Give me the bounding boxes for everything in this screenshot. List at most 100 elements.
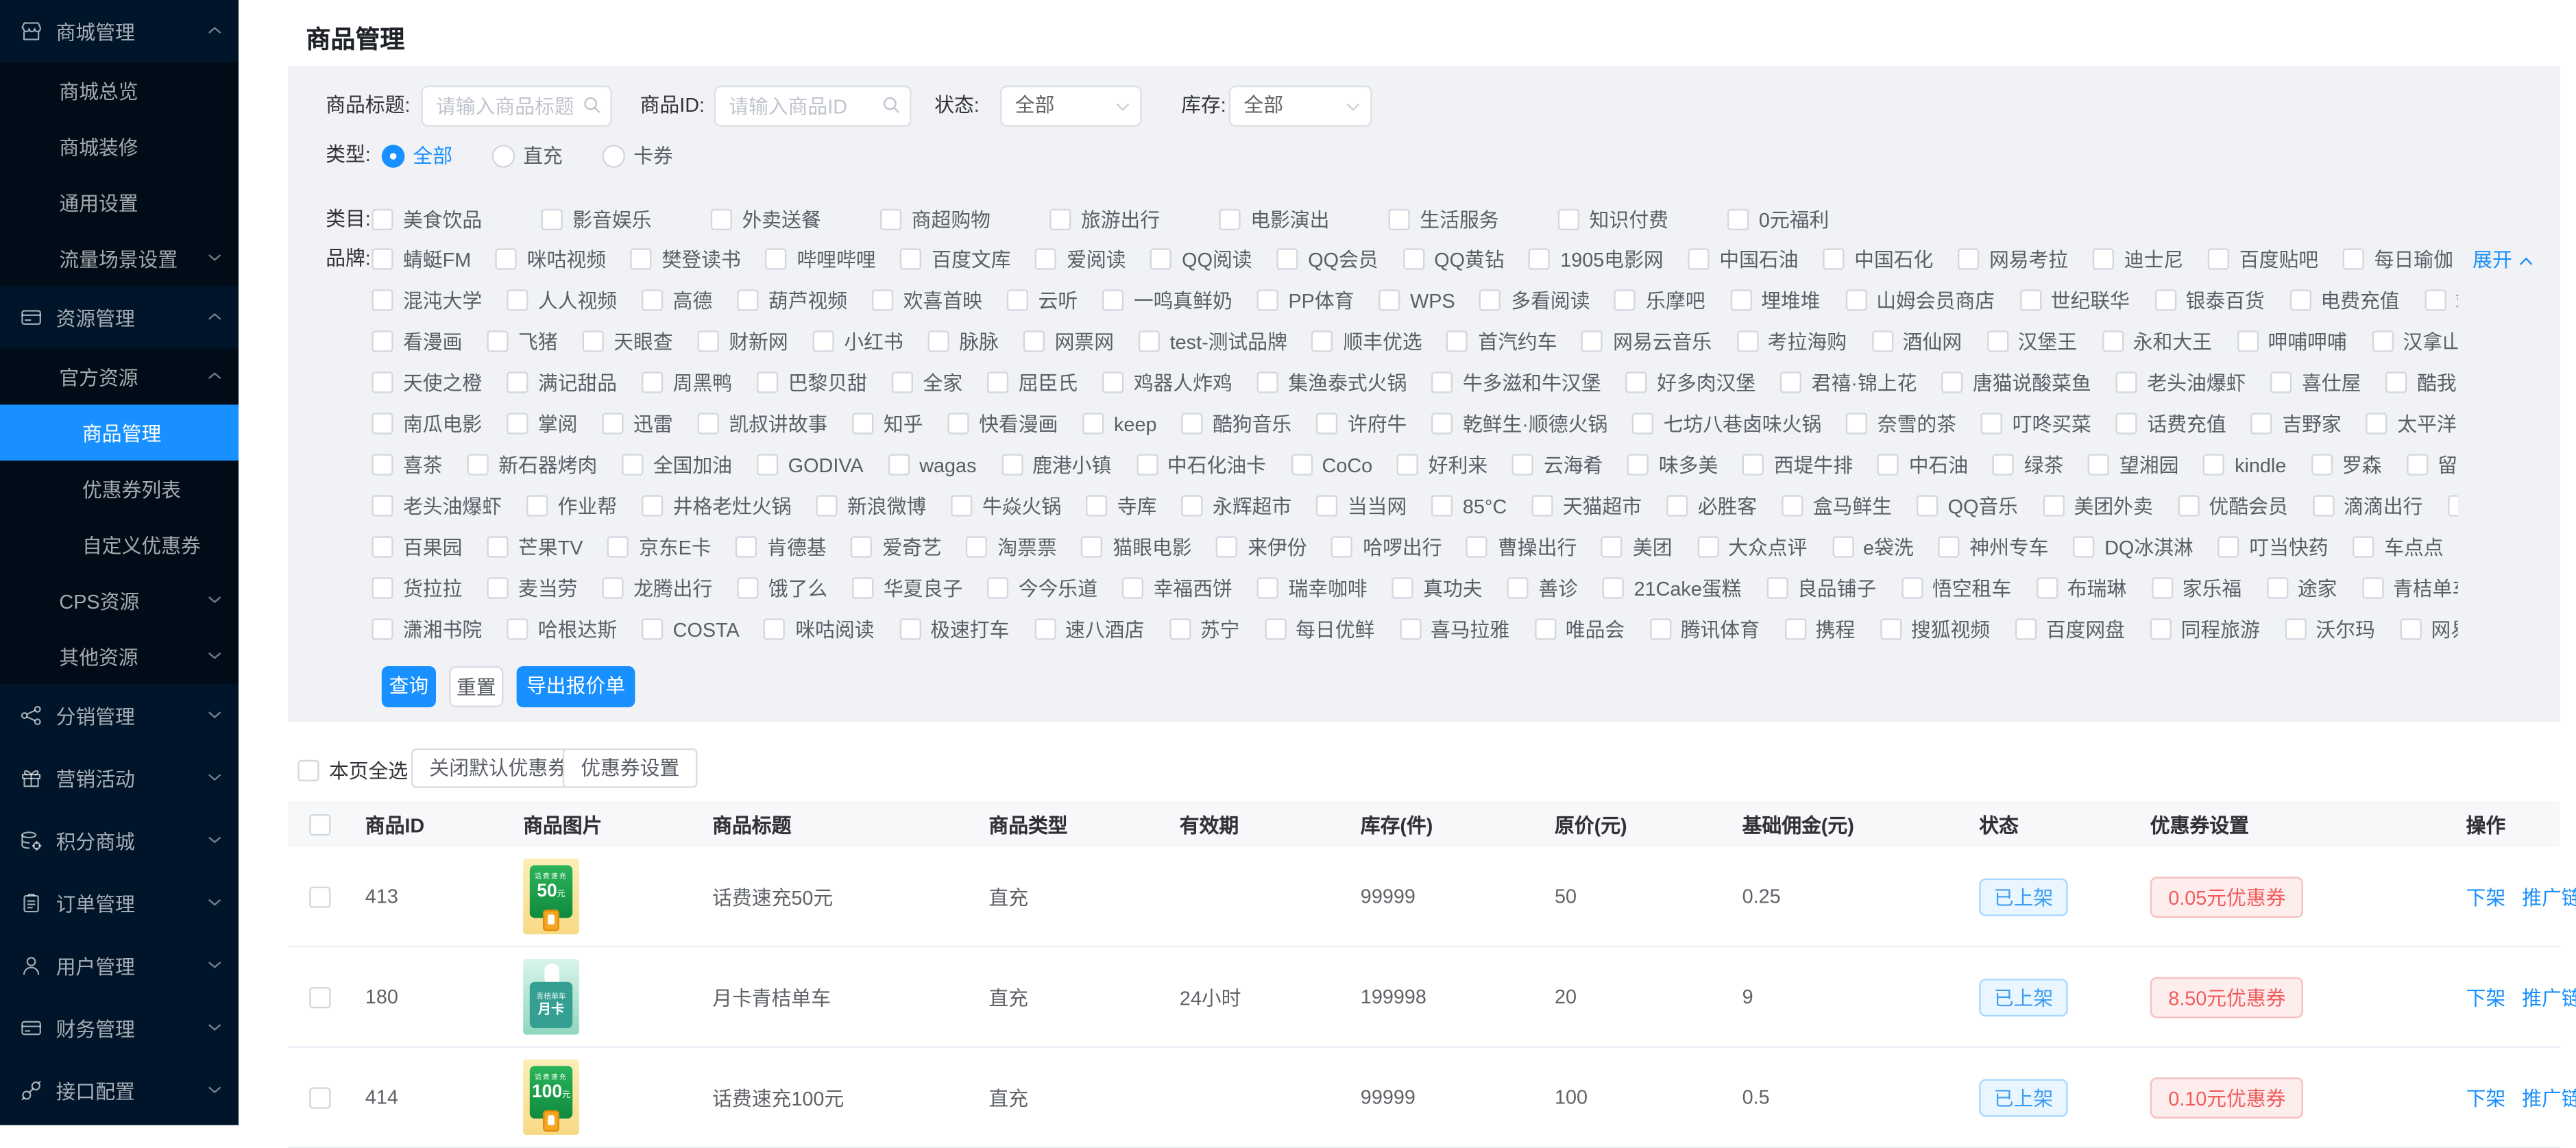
brand-checkbox[interactable]: 屈臣氏 [987,369,1078,397]
brand-checkbox[interactable]: keep [1082,412,1156,435]
type-radio-1[interactable]: 直充 [492,141,563,169]
brand-checkbox[interactable]: 永和大王 [2102,328,2212,356]
brand-checkbox[interactable]: 哔哩哔哩 [766,245,876,273]
take-down-link[interactable]: 下架 [2466,883,2506,911]
brand-checkbox[interactable]: 速八酒店 [1034,615,1144,644]
brand-checkbox[interactable]: 奈雪的茶 [1846,410,1956,438]
brand-checkbox[interactable]: 肯德基 [736,533,827,561]
brand-checkbox[interactable]: 高德 [642,286,712,315]
sidebar-item-api-config[interactable]: 接口配置 [0,1060,239,1122]
brand-checkbox[interactable]: 芒果TV [487,533,583,561]
brand-checkbox[interactable]: 全家 [892,369,962,397]
brand-checkbox[interactable]: CoCo [1291,453,1372,476]
brand-checkbox[interactable]: 人人视频 [507,286,617,315]
brand-checkbox[interactable]: 每日瑜伽 [2343,245,2453,273]
category-checkbox-5[interactable]: 电影演出 [1219,206,1330,234]
brand-checkbox[interactable]: 网易严选 [2400,615,2458,644]
brand-checkbox[interactable]: 鸡器人炸鸡 [1102,369,1232,397]
brand-checkbox[interactable]: 当当网 [1316,492,1407,520]
brand-checkbox[interactable]: 知乎 [852,410,923,438]
brand-checkbox[interactable]: 唐猫说酸菜鱼 [1941,369,2091,397]
brand-checkbox[interactable]: PP体育 [1257,286,1354,315]
brand-checkbox[interactable]: 电费充值 [2289,286,2400,315]
brand-checkbox[interactable]: 天猫超市 [1531,492,1642,520]
brand-checkbox[interactable]: 爱奇艺 [851,533,942,561]
brand-checkbox[interactable]: 百度网盘 [2015,615,2125,644]
brand-checkbox[interactable]: 一鸣真鲜奶 [1102,286,1232,315]
brand-checkbox[interactable]: 看漫画 [372,328,462,356]
brand-checkbox[interactable]: 美团 [1601,533,1672,561]
brand-checkbox[interactable]: 滴滴出行 [2313,492,2423,520]
sidebar-item-mall-decoration[interactable]: 商城装修 [0,119,239,175]
brand-checkbox[interactable]: 首汽约车 [1447,328,1557,356]
brand-checkbox[interactable]: 咪咕视频 [496,245,606,273]
brand-checkbox[interactable]: 优酷会员 [2178,492,2288,520]
sidebar-item-mall-management[interactable]: 商城管理 [0,0,239,62]
sidebar-item-cps-resources[interactable]: CPS资源 [0,572,239,628]
brand-checkbox[interactable]: 龙腾出行 [602,574,712,602]
brand-checkbox[interactable]: 世纪联华 [2019,286,2130,315]
brand-checkbox[interactable]: 极速打车 [899,615,1010,644]
brand-checkbox[interactable]: 味多美 [1627,451,1718,479]
category-checkbox-2[interactable]: 外卖送餐 [711,206,821,234]
brand-checkbox[interactable]: 周黑鸭 [642,369,732,397]
brand-checkbox[interactable]: 埋堆堆 [1730,286,1821,315]
brand-checkbox[interactable]: 银泰百货 [2154,286,2265,315]
coupon-badge[interactable]: 8.50元优惠券 [2150,976,2304,1017]
sidebar-item-distribution-management[interactable]: 分销管理 [0,684,239,746]
brand-checkbox[interactable]: 好利来 [1397,451,1487,479]
brand-checkbox[interactable]: 必胜客 [1666,492,1757,520]
sidebar-item-general-settings[interactable]: 通用设置 [0,174,239,230]
brand-checkbox[interactable]: GODIVA [757,453,864,476]
brand-checkbox[interactable]: 猫眼电影 [1082,533,1192,561]
brand-checkbox[interactable]: 喜茶 [372,451,442,479]
brand-checkbox[interactable]: 瑞幸咖啡 [1257,574,1368,602]
brand-checkbox[interactable]: 凯叔讲故事 [698,410,828,438]
brand-checkbox[interactable]: 考拉海购 [1736,328,1847,356]
stock-select[interactable]: 全部 [1229,86,1372,127]
brand-checkbox[interactable]: 21Cake蛋糕 [1603,574,1742,602]
category-checkbox-1[interactable]: 影音娱乐 [542,206,652,234]
brand-checkbox[interactable]: 腾讯体育 [1649,615,1760,644]
brand-checkbox[interactable]: 中石化油卡 [1136,451,1266,479]
brand-checkbox[interactable]: 快看漫画 [948,410,1058,438]
export-quote-button[interactable]: 导出报价单 [517,666,635,707]
brand-checkbox[interactable]: 85°C [1431,494,1507,517]
select-all-checkbox[interactable]: 本页全选 [297,757,408,785]
brand-checkbox[interactable]: 中国石油 [1688,245,1799,273]
sidebar-item-finance-management[interactable]: 财务管理 [0,997,239,1059]
brand-checkbox[interactable]: 脉脉 [928,328,999,356]
brand-checkbox[interactable]: 搜狐视频 [1880,615,1990,644]
brand-checkbox[interactable]: 樊登读书 [631,245,741,273]
brand-checkbox[interactable]: 百果园 [372,533,462,561]
brand-checkbox[interactable]: 途家 [2266,574,2337,602]
brand-checkbox[interactable]: 1905电影网 [1529,245,1664,273]
brand-checkbox[interactable]: 华夏良子 [852,574,962,602]
coupon-badge[interactable]: 0.10元优惠券 [2150,1077,2304,1118]
brand-checkbox[interactable]: 罗森 [2311,451,2381,479]
type-radio-2[interactable]: 卡券 [602,141,672,169]
category-checkbox-0[interactable]: 美食饮品 [372,206,482,234]
brand-checkbox[interactable]: 迪士尼 [2093,245,2183,273]
brand-checkbox[interactable]: 酷我音乐 [2385,369,2457,397]
sidebar-item-other-resources[interactable]: 其他资源 [0,628,239,685]
brand-checkbox[interactable]: 寺库 [1086,492,1156,520]
take-down-link[interactable]: 下架 [2466,1083,2506,1111]
coupon-setting-button[interactable]: 优惠券设置 [563,748,698,788]
sidebar-item-user-management[interactable]: 用户管理 [0,934,239,997]
brand-checkbox[interactable]: 良品铺子 [1766,574,1876,602]
brand-checkbox[interactable]: 酒仙网 [1871,328,1962,356]
sidebar-item-resource-management[interactable]: 资源管理 [0,286,239,349]
brand-checkbox[interactable]: 爱阅读 [1036,245,1126,273]
take-down-link[interactable]: 下架 [2466,983,2506,1011]
brand-checkbox[interactable]: 来伊份 [1217,533,1307,561]
brand-checkbox[interactable]: 幸福西饼 [1122,574,1232,602]
brand-checkbox[interactable]: wagas [888,453,977,476]
sidebar-item-coupon-list[interactable]: 优惠券列表 [0,461,239,517]
brand-checkbox[interactable]: 真功夫 [1392,574,1483,602]
brand-checkbox[interactable]: 腾讯会员 [2447,492,2457,520]
brand-checkbox[interactable]: 乐摩吧 [1615,286,1705,315]
brand-checkbox[interactable]: 每日优鲜 [1265,615,1375,644]
brand-checkbox[interactable]: 网易考拉 [1958,245,2068,273]
brand-checkbox[interactable]: 留下来筒骨砂锅 [2407,451,2458,479]
